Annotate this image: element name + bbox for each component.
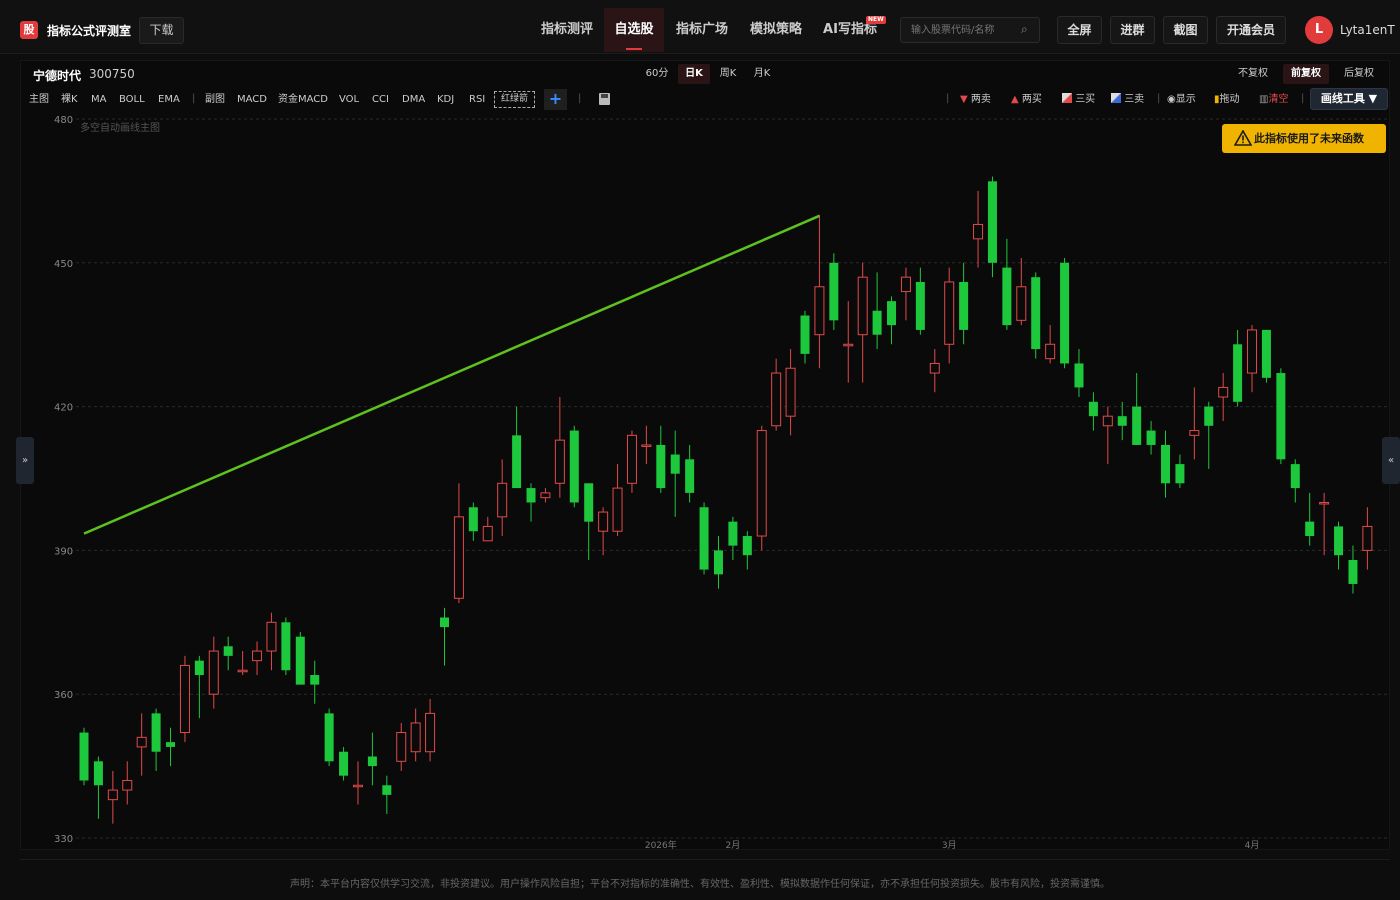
adjust-forward[interactable]: 前复权 — [1283, 64, 1329, 84]
search-input[interactable] — [900, 17, 1040, 43]
ind-dma[interactable]: DMA — [402, 93, 425, 107]
fullscreen-button[interactable]: 全屏 — [1057, 16, 1102, 44]
download-button[interactable]: 下载 — [139, 17, 184, 44]
vip-button[interactable]: 开通会员 — [1216, 16, 1286, 44]
ind-fund-macd[interactable]: 资金MACD — [278, 93, 328, 107]
three-sell-icon — [1111, 93, 1121, 103]
stock-name: 宁德时代 — [33, 69, 82, 83]
separator: | — [946, 93, 950, 104]
app-title: 指标公式评测室 — [47, 24, 132, 38]
chart-panel — [20, 60, 1390, 850]
nav-indicator-review[interactable]: 指标测评 — [530, 8, 604, 52]
draw-clear-label: 清空 — [1268, 94, 1289, 105]
draw-two-sell-label: 两卖 — [970, 94, 991, 105]
draw-clear[interactable]: ▥清空 — [1259, 93, 1288, 107]
separator: | — [192, 93, 196, 104]
draw-three-sell[interactable]: 三卖 — [1111, 93, 1144, 107]
logo-icon: 股 — [20, 21, 38, 39]
disclaimer: 声明：本平台内容仅供学习交流，非投资建议。用户操作风险自担；平台不对指标的准确性… — [290, 879, 1110, 890]
ind-naked-k[interactable]: 裸K — [61, 93, 78, 107]
join-group-button[interactable]: 进群 — [1110, 16, 1155, 44]
three-buy-icon — [1062, 93, 1072, 103]
divider — [20, 859, 1390, 860]
draw-two-sell[interactable]: ▼ 两卖 — [960, 93, 991, 107]
expand-right-button[interactable]: « — [1382, 437, 1400, 484]
nav-sim-strategy[interactable]: 模拟策略 — [740, 8, 812, 52]
draw-show-label: 显示 — [1175, 94, 1196, 105]
period-month[interactable]: 月K — [748, 64, 776, 84]
ind-boll[interactable]: BOLL — [119, 93, 145, 107]
draw-tools-dropdown[interactable]: 画线工具 ▼ — [1310, 88, 1388, 110]
separator: | — [1157, 93, 1161, 104]
ind-sub[interactable]: 副图 — [205, 93, 225, 107]
period-week[interactable]: 周K — [714, 64, 742, 84]
add-indicator-button[interactable]: + — [544, 89, 567, 110]
adjust-none[interactable]: 不复权 — [1232, 64, 1274, 84]
draw-three-buy-label: 三买 — [1075, 94, 1096, 105]
ind-macd[interactable]: MACD — [237, 93, 267, 107]
draw-three-buy[interactable]: 三买 — [1062, 93, 1095, 107]
draw-drag[interactable]: ▮拖动 — [1214, 93, 1240, 107]
ind-main[interactable]: 主图 — [29, 93, 49, 107]
avatar[interactable]: L — [1305, 16, 1333, 44]
search-icon[interactable]: ⌕ — [1021, 22, 1028, 37]
nav-ai-indicator[interactable]: AI写指标 — [812, 8, 888, 52]
top-bar: 股 指标公式评测室 下载 指标测评 自选股 指标广场 模拟策略 AI写指标 NE… — [0, 0, 1400, 54]
ind-red-green-arrow[interactable]: 红绿箭 — [494, 91, 535, 108]
save-icon[interactable] — [599, 93, 610, 105]
period-day[interactable]: 日K — [678, 64, 710, 84]
draw-two-buy[interactable]: ▲ 两买 — [1011, 93, 1042, 107]
period-60m[interactable]: 60分 — [640, 64, 674, 84]
nav-watchlist[interactable]: 自选股 — [604, 8, 664, 52]
ind-ema[interactable]: EMA — [158, 93, 180, 107]
ind-ma[interactable]: MA — [91, 93, 106, 107]
ind-vol[interactable]: VOL — [339, 93, 359, 107]
eye-icon: ◉ — [1167, 94, 1176, 105]
screenshot-button[interactable]: 截图 — [1163, 16, 1208, 44]
draw-three-sell-label: 三卖 — [1124, 94, 1145, 105]
buy-triangle-icon: ▲ — [1011, 94, 1019, 105]
draw-show[interactable]: ◉显示 — [1167, 93, 1196, 107]
username[interactable]: Lyta1enT — [1340, 23, 1395, 37]
sell-triangle-icon: ▼ — [960, 94, 968, 105]
warning-icon — [1234, 130, 1252, 146]
stock-code: 300750 — [89, 67, 135, 81]
draw-drag-label: 拖动 — [1219, 94, 1240, 105]
new-badge: NEW — [866, 16, 886, 24]
ind-cci[interactable]: CCI — [372, 93, 389, 107]
separator: | — [578, 93, 582, 104]
expand-left-button[interactable]: » — [16, 437, 34, 484]
ind-rsi[interactable]: RSI — [469, 93, 485, 107]
nav-indicator-square[interactable]: 指标广场 — [664, 8, 740, 52]
separator: | — [1301, 93, 1305, 104]
ind-kdj[interactable]: KDJ — [437, 93, 454, 107]
draw-two-buy-label: 两买 — [1021, 94, 1042, 105]
adjust-backward[interactable]: 后复权 — [1338, 64, 1380, 84]
